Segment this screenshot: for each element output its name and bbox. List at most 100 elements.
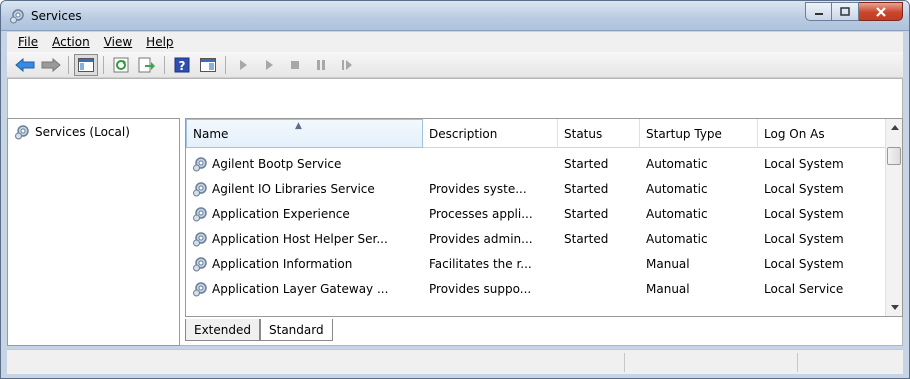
service-name-cell: Application Host Helper Ser... — [186, 231, 423, 247]
toolbar-separator — [68, 55, 69, 74]
service-startup-type: Automatic — [646, 156, 708, 171]
service-description: Facilitates the r... — [429, 256, 532, 271]
properties-icon — [200, 57, 216, 72]
start-service-icon — [240, 59, 247, 70]
list-header: Name ▲ Description Status Startup Type L… — [186, 119, 886, 148]
table-row[interactable]: Agilent IO Libraries Service Provides sy… — [186, 176, 886, 201]
stop-service-icon — [291, 60, 299, 69]
table-row[interactable]: Application Host Helper Ser... Provides … — [186, 226, 886, 251]
vertical-scrollbar[interactable] — [885, 119, 902, 316]
arrow-down-icon — [890, 305, 899, 310]
toolbar-separator — [103, 55, 104, 74]
help-icon: ? — [174, 57, 190, 73]
export-list-icon — [138, 57, 155, 72]
tab-standard[interactable]: Standard — [260, 319, 333, 341]
console-tree: Services (Local) — [7, 118, 180, 346]
show-hide-console-tree-button[interactable] — [74, 53, 98, 76]
tab-label: Standard — [269, 322, 324, 337]
title-bar[interactable]: Services — [1, 1, 909, 31]
column-header-label: Description — [429, 126, 498, 141]
tab-extended[interactable]: Extended — [185, 319, 260, 341]
window-controls — [805, 2, 903, 21]
view-tabs: Extended Standard — [185, 319, 333, 341]
start-service-button[interactable] — [231, 54, 255, 76]
menu-action-label: Action — [52, 35, 90, 49]
service-gear-icon — [193, 206, 207, 221]
gears-icon — [15, 125, 29, 140]
stop-service-button[interactable] — [283, 54, 307, 76]
column-header-description[interactable]: Description — [423, 119, 558, 148]
forward-button[interactable] — [39, 54, 63, 76]
back-icon — [15, 57, 35, 72]
show-hide-console-tree-icon — [78, 57, 94, 72]
column-header-status[interactable]: Status — [558, 119, 640, 148]
service-description: Provides suppo... — [429, 281, 532, 296]
service-startup-type: Manual — [646, 256, 690, 271]
help-button[interactable]: ? — [170, 54, 194, 76]
service-description: Provides admin... — [429, 231, 533, 246]
menu-file[interactable]: File — [11, 33, 45, 51]
service-name: Agilent Bootp Service — [212, 156, 342, 171]
properties-button[interactable] — [196, 54, 220, 76]
service-gear-icon — [193, 256, 207, 271]
resume-service-icon — [342, 59, 352, 70]
tree-item-label: Services (Local) — [35, 125, 130, 139]
menu-help[interactable]: Help — [139, 33, 180, 51]
table-row[interactable]: Application Information Facilitates the … — [186, 251, 886, 276]
column-header-startup-type[interactable]: Startup Type — [640, 119, 758, 148]
service-name-cell: Agilent Bootp Service — [186, 156, 423, 172]
back-button[interactable] — [13, 54, 37, 76]
column-header-name[interactable]: Name ▲ — [186, 119, 423, 148]
service-status: Started — [564, 181, 609, 196]
column-header-label: Startup Type — [646, 126, 722, 141]
close-button[interactable] — [859, 2, 903, 21]
pause-service-button[interactable] — [309, 54, 333, 76]
service-description: Processes appli... — [429, 206, 533, 221]
tree-item-services-local[interactable]: Services (Local) — [14, 124, 130, 140]
table-row[interactable]: Application Layer Gateway ... Provides s… — [186, 276, 886, 301]
resume-service-button[interactable] — [335, 54, 359, 76]
service-name-cell: Application Layer Gateway ... — [186, 281, 423, 297]
svg-text:?: ? — [179, 59, 186, 73]
service-name: Application Layer Gateway ... — [212, 281, 389, 296]
column-header-label: Status — [564, 126, 603, 141]
services-window: Services File Action View Help ? Service… — [0, 0, 910, 379]
table-row[interactable]: Agilent Bootp Service Started Automatic … — [186, 151, 886, 176]
service-gear-icon — [193, 181, 207, 196]
minimize-icon — [814, 12, 823, 15]
menu-view-label: View — [103, 35, 133, 49]
service-name: Application Information — [212, 256, 353, 271]
service-name: Application Experience — [212, 206, 350, 221]
refresh-icon — [113, 57, 129, 72]
column-header-log-on-as[interactable]: Log On As — [758, 119, 886, 148]
scrollbar-thumb[interactable] — [887, 147, 901, 165]
service-startup-type: Automatic — [646, 206, 708, 221]
service-status: Started — [564, 206, 609, 221]
menu-view[interactable]: View — [97, 33, 139, 51]
start-service-alt-icon — [266, 59, 273, 70]
service-log-on-as: Local System — [764, 206, 844, 221]
scroll-up-button[interactable] — [886, 119, 902, 136]
service-gear-icon — [193, 156, 207, 171]
service-name-cell: Application Experience — [186, 206, 423, 222]
service-name: Application Host Helper Ser... — [212, 231, 388, 246]
scroll-down-button[interactable] — [886, 299, 902, 316]
minimize-button[interactable] — [805, 2, 832, 21]
export-list-button[interactable] — [135, 54, 159, 76]
status-bar — [7, 349, 903, 374]
tab-label: Extended — [194, 322, 251, 337]
toolbar: ? — [7, 52, 903, 78]
maximize-button[interactable] — [832, 2, 859, 21]
window-title: Services — [31, 9, 82, 23]
column-header-label: Name — [193, 126, 229, 141]
toolbar-separator — [225, 55, 226, 74]
toolbar-separator — [164, 55, 165, 74]
menu-action[interactable]: Action — [45, 33, 97, 51]
close-icon — [875, 6, 886, 17]
start-service-alt-button[interactable] — [257, 54, 281, 76]
refresh-button[interactable] — [109, 54, 133, 76]
column-header-label: Log On As — [764, 126, 825, 141]
service-startup-type: Automatic — [646, 231, 708, 246]
table-row[interactable]: Application Experience Processes appli..… — [186, 201, 886, 226]
services-list: Name ▲ Description Status Startup Type L… — [185, 118, 903, 317]
